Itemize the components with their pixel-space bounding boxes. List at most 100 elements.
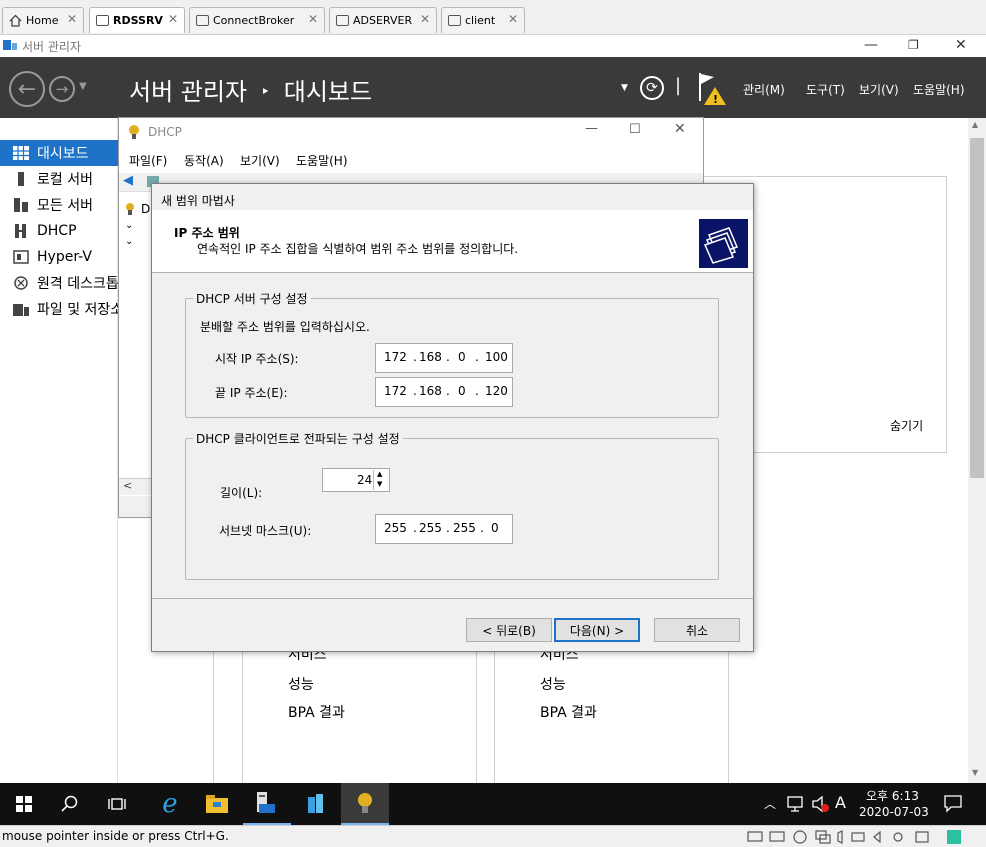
start-ip-input[interactable]: 172. 168. 0. 100 [375, 343, 513, 373]
scroll-thumb[interactable] [970, 138, 984, 478]
spin-up-icon[interactable]: ▲ [377, 470, 382, 478]
new-scope-wizard: 새 범위 마법사 IP 주소 범위 연속적인 IP 주소 집합을 식별하여 범위… [151, 183, 754, 652]
server-config-group: DHCP 서버 구성 설정 분배할 주소 범위를 입력하십시오. 시작 IP 주… [185, 290, 719, 418]
volume-muted-icon[interactable] [811, 795, 829, 813]
menu-view[interactable]: 보기(V) [859, 81, 899, 98]
menu-file[interactable]: 파일(F) [129, 152, 167, 169]
close-tab-icon[interactable]: ✕ [168, 12, 178, 26]
end-ip-label: 끝 IP 주소(E): [215, 386, 288, 400]
start-button[interactable] [0, 783, 48, 825]
server-manager-icon [257, 792, 275, 813]
scroll-up-icon[interactable]: ▲ [972, 120, 978, 129]
minimize-icon[interactable]: — [864, 37, 878, 53]
chevron-up-icon[interactable]: ︿ [764, 795, 776, 812]
spin-down-icon[interactable]: ▼ [377, 480, 382, 488]
close-tab-icon[interactable]: ✕ [308, 12, 318, 26]
history-dropdown-icon[interactable]: ▼ [79, 81, 87, 92]
sidebar-item-all-servers[interactable]: 모든 서버 [0, 192, 118, 218]
sidebar-item-dhcp[interactable]: DHCP [0, 218, 118, 244]
maximize-icon[interactable]: ☐ [629, 122, 641, 137]
dhcp-app-icon [358, 793, 372, 813]
tile-item-performance[interactable]: 성능 [288, 674, 314, 694]
search-icon [61, 795, 78, 812]
ime-indicator[interactable]: A [835, 793, 846, 812]
dhcp-icon [13, 224, 29, 238]
subnet-mask-input[interactable]: 255. 255. 255. 0 [375, 514, 513, 544]
scroll-down-icon[interactable]: ▼ [972, 768, 978, 777]
divider [152, 598, 753, 599]
taskbar-ie[interactable]: e [146, 783, 194, 825]
sidebar-item-file-storage[interactable]: 파일 및 저장소 서비스 [0, 296, 118, 322]
server-manager-header: ← → ▼ 서버 관리자 ‣ 대시보드 ▼ ⟳ | ! 관리(M) 도구(T) … [0, 57, 986, 118]
menu-help[interactable]: 도움말(H) [913, 81, 965, 98]
back-arrow-icon[interactable]: ← [9, 71, 45, 107]
sidebar-item-hyperv[interactable]: Hyper-V [0, 244, 118, 270]
refresh-icon[interactable]: ⟳ [640, 76, 664, 100]
task-view-button[interactable] [93, 783, 141, 825]
close-tab-icon[interactable]: ✕ [420, 12, 430, 26]
vm-tab-adserver[interactable]: ADSERVER ✕ [329, 7, 437, 33]
wizard-title: 새 범위 마법사 [161, 194, 235, 208]
back-icon[interactable]: ◀ [123, 173, 133, 188]
dashboard-icon [13, 146, 29, 160]
dhcp-app-icon [129, 125, 139, 139]
close-icon[interactable]: ✕ [674, 121, 686, 137]
server-blocks-icon [308, 794, 323, 813]
sidebar-item-dashboard[interactable]: 대시보드 [0, 140, 118, 166]
sidebar-item-local-server[interactable]: 로컬 서버 [0, 166, 118, 192]
close-icon[interactable]: ✕ [955, 37, 967, 53]
next-button[interactable]: 다음(N) > [554, 618, 640, 642]
taskbar-explorer[interactable] [193, 783, 241, 825]
vm-icon [196, 15, 209, 26]
menu-action[interactable]: 동작(A) [184, 152, 224, 169]
tile-item-performance[interactable]: 성능 [540, 674, 566, 694]
scrollbar[interactable]: ▲ ▼ [968, 118, 986, 783]
tile-item-bpa[interactable]: BPA 결과 [288, 702, 345, 722]
close-tab-icon[interactable]: ✕ [67, 12, 77, 26]
expand-icon[interactable]: ⌄ [125, 236, 133, 247]
dhcp-tree-pane: D ⌄ ⌄ [119, 198, 153, 488]
client-config-group: DHCP 클라이언트로 전파되는 구성 설정 길이(L): 24 ▲ ▼ 서브넷… [185, 430, 719, 580]
forward-arrow-icon[interactable]: → [49, 76, 75, 102]
cancel-button[interactable]: 취소 [654, 618, 740, 642]
svg-text:!: ! [713, 93, 718, 106]
start-ip-label: 시작 IP 주소(S): [215, 352, 299, 366]
search-button[interactable] [46, 783, 94, 825]
vm-tab-client[interactable]: client ✕ [441, 7, 525, 33]
dropdown-icon[interactable]: ▼ [621, 83, 628, 93]
taskbar-powershell[interactable] [292, 783, 340, 825]
vm-tab-rdssrv[interactable]: RDSSRV ✕ [89, 7, 185, 33]
vm-icon [96, 15, 109, 26]
close-tab-icon[interactable]: ✕ [508, 12, 518, 26]
device-status-icons [747, 830, 961, 844]
minimize-icon[interactable]: — [585, 121, 598, 136]
home-icon [9, 14, 22, 27]
length-spinner[interactable]: 24 ▲ ▼ [322, 468, 390, 492]
menu-manage[interactable]: 관리(M) [743, 81, 785, 98]
vm-tab-connectbroker[interactable]: ConnectBroker ✕ [189, 7, 325, 33]
menu-view[interactable]: 보기(V) [240, 152, 280, 169]
tree-root-label[interactable]: D [141, 202, 150, 216]
sidebar-item-remote-desktop[interactable]: 원격 데스크톱 서비스 [0, 270, 118, 296]
dhcp-hscrollbar[interactable]: < [119, 478, 152, 495]
notifications-icon[interactable] [944, 795, 962, 813]
expand-icon[interactable]: ⌄ [125, 220, 133, 231]
clock-time[interactable]: 오후 6:13 [866, 787, 919, 804]
menu-help[interactable]: 도움말(H) [296, 152, 348, 169]
restore-icon[interactable]: ❐ [908, 38, 919, 52]
vm-tab-home[interactable]: Home ✕ [2, 7, 84, 33]
task-view-icon [108, 798, 126, 810]
hide-link[interactable]: 숨기기 [890, 417, 923, 434]
taskbar-dhcp[interactable] [341, 783, 389, 825]
back-button[interactable]: < 뒤로(B) [466, 618, 552, 642]
all-servers-icon [13, 198, 29, 212]
status-text: mouse pointer inside or press Ctrl+G. [2, 829, 229, 843]
network-icon[interactable] [786, 795, 804, 813]
taskbar-server-manager[interactable] [243, 783, 291, 825]
notification-flag-icon[interactable]: ! [696, 71, 730, 107]
scroll-left-icon[interactable]: < [123, 479, 132, 492]
tile-item-bpa[interactable]: BPA 결과 [540, 702, 597, 722]
menu-tools[interactable]: 도구(T) [806, 81, 845, 98]
clock-date[interactable]: 2020-07-03 [859, 805, 929, 819]
end-ip-input[interactable]: 172. 168. 0. 120 [375, 377, 513, 407]
